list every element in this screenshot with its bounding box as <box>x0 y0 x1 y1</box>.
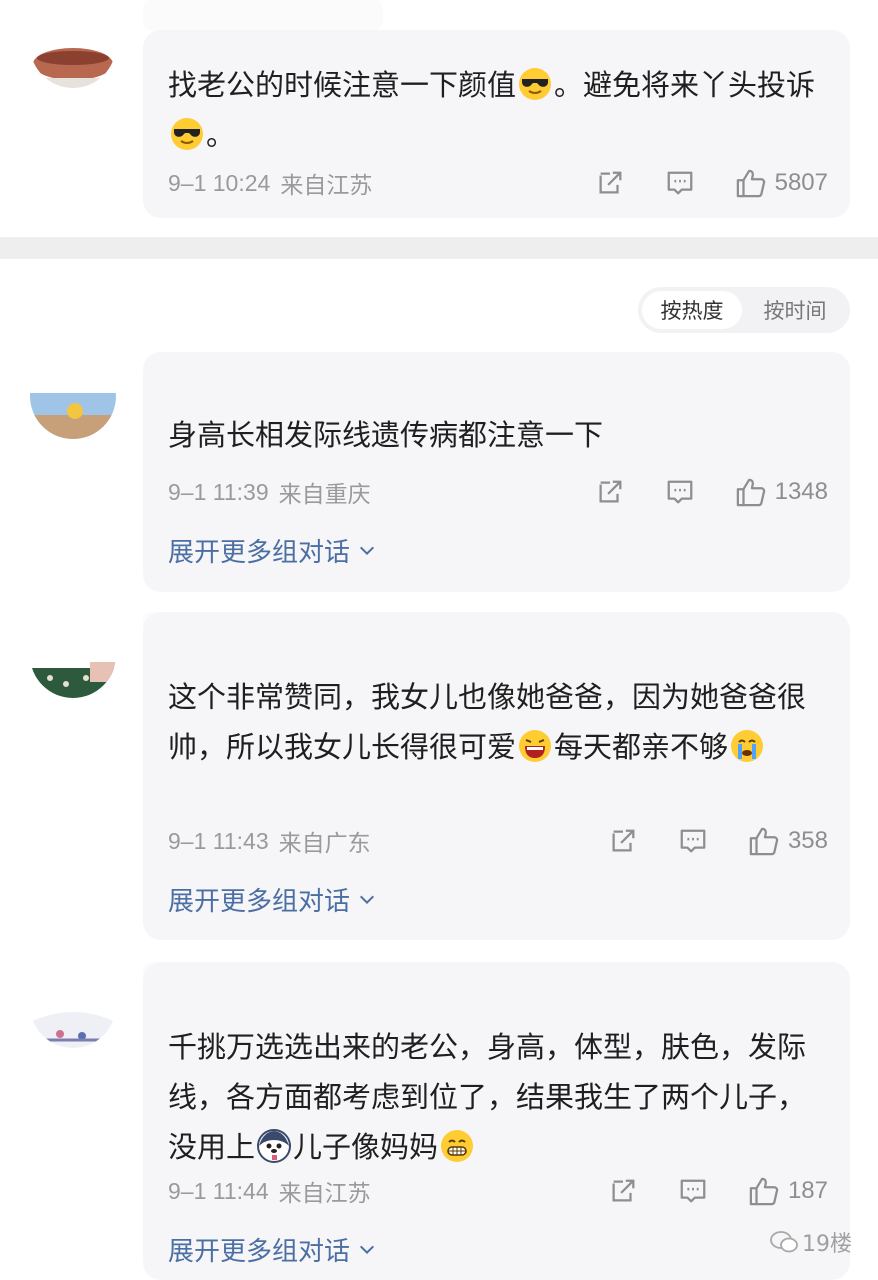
expand-label: 展开更多组对话 <box>168 886 351 917</box>
expand-replies-link[interactable]: 展开更多组对话 <box>168 532 376 568</box>
comment-time: 9–1 11:39 <box>168 478 269 505</box>
share-icon <box>608 1176 638 1206</box>
expand-label: 展开更多组对话 <box>168 537 351 568</box>
watermark-text: 19楼 <box>802 1232 852 1257</box>
comment-text: 这个非常赞同，我女儿也像她爸爸，因为她爸爸很帅，所以我女儿长得很可爱 每天都亲不够 <box>168 680 807 764</box>
reply-button[interactable] <box>678 1176 708 1206</box>
comment-icon <box>678 826 708 856</box>
share-button[interactable] <box>595 477 625 507</box>
comment-icon <box>665 168 695 198</box>
comment-card: 身高长相发际线遗传病都注意一下 9–1 11:39 来自重庆 1348 展开更多… <box>143 352 850 592</box>
sunglasses-emoji <box>518 67 552 101</box>
comment-meta: 9–1 11:44 来自江苏 187 <box>168 1175 828 1207</box>
comment-card: 千挑万选选出来的老公，身高，体型，肤色，发际线，各方面都考虑到位了，结果我生了两… <box>143 962 850 1280</box>
like-button[interactable]: 1348 <box>735 477 828 507</box>
comment-time: 9–1 11:43 <box>168 827 269 854</box>
like-count: 358 <box>787 827 828 854</box>
comment-text: 千挑万选选出来的老公，身高，体型，肤色，发际线，各方面都考虑到位了，结果我生了两… <box>168 1030 807 1164</box>
share-button[interactable] <box>608 1176 638 1206</box>
share-icon <box>595 477 625 507</box>
like-button[interactable]: 187 <box>748 1176 828 1206</box>
sunglasses-emoji <box>170 117 204 151</box>
comment-icon <box>678 1176 708 1206</box>
comment-icon <box>665 477 695 507</box>
watermark: 19楼 <box>770 1226 852 1258</box>
chevron-down-icon <box>358 1240 376 1258</box>
comment-location: 来自广东 <box>278 830 371 856</box>
like-icon <box>748 826 780 856</box>
like-icon <box>735 168 767 198</box>
comment-card: 这个非常赞同，我女儿也像她爸爸，因为她爸爸很帅，所以我女儿长得很可爱 每天都亲不够… <box>143 612 850 940</box>
comment-meta: 9–1 10:24 来自江苏 5807 <box>168 167 828 199</box>
like-count: 5807 <box>774 169 828 196</box>
comment-location: 来自重庆 <box>278 481 371 507</box>
reply-button[interactable] <box>665 477 695 507</box>
share-button[interactable] <box>608 826 638 856</box>
comment-meta: 9–1 11:43 来自广东 358 <box>168 825 828 857</box>
comment-meta: 9–1 11:39 来自重庆 1348 <box>168 476 828 508</box>
avatar[interactable] <box>30 353 116 439</box>
like-count: 187 <box>787 1177 828 1204</box>
chevron-down-icon <box>358 890 376 908</box>
comment-time: 9–1 11:44 <box>168 1177 269 1204</box>
share-icon <box>595 168 625 198</box>
sort-toggle: 按热度 按时间 <box>638 287 850 333</box>
grin-emoji <box>440 1129 474 1163</box>
like-count: 1348 <box>774 478 828 505</box>
expand-replies-link[interactable]: 展开更多组对话 <box>168 881 376 917</box>
like-button[interactable]: 5807 <box>735 168 828 198</box>
avatar[interactable] <box>30 612 116 698</box>
husky-emoji <box>257 1129 291 1163</box>
reply-button[interactable] <box>678 826 708 856</box>
share-button[interactable] <box>595 168 625 198</box>
like-icon <box>748 1176 780 1206</box>
reply-button[interactable] <box>665 168 695 198</box>
crying-emoji <box>730 729 764 763</box>
comment-time: 9–1 10:24 <box>168 169 271 196</box>
laughing-tears-emoji <box>518 729 552 763</box>
section-divider <box>0 237 878 259</box>
comment-location: 来自江苏 <box>278 1180 371 1206</box>
avatar[interactable] <box>30 2 116 88</box>
chevron-down-icon <box>358 541 376 559</box>
comment-location: 来自江苏 <box>280 172 373 198</box>
comment-text: 身高长相发际线遗传病都注意一下 <box>168 418 604 452</box>
sort-by-hot-button[interactable]: 按热度 <box>642 291 742 329</box>
wechat-icon <box>770 1231 798 1253</box>
like-button[interactable]: 358 <box>748 826 828 856</box>
like-icon <box>735 477 767 507</box>
expand-replies-link[interactable]: 展开更多组对话 <box>168 1231 376 1267</box>
share-icon <box>608 826 638 856</box>
comment-card: 找老公的时候注意一下颜值 。避免将来丫头投诉。 9–1 10:24 来自江苏 58… <box>143 30 850 218</box>
expand-label: 展开更多组对话 <box>168 1236 351 1267</box>
sort-by-time-button[interactable]: 按时间 <box>744 291 846 329</box>
avatar[interactable] <box>30 962 116 1048</box>
comment-text: 找老公的时候注意一下颜值 。避免将来丫头投诉。 <box>168 67 816 152</box>
